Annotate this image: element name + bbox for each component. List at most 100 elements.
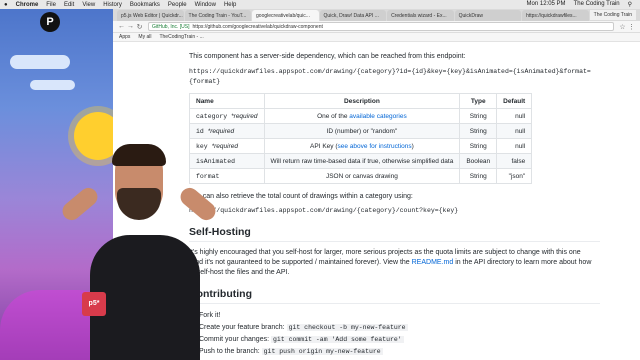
presenter-hair: [112, 144, 166, 166]
required-marker: *required: [231, 112, 258, 120]
menu-history[interactable]: History: [103, 2, 122, 8]
param-code: category: [196, 112, 228, 120]
param-description: Will return raw time-based data if true,…: [263, 153, 461, 169]
tab-label: Credentials wizard - Ex...: [391, 13, 447, 19]
required-marker: *required: [207, 127, 235, 135]
menu-view[interactable]: View: [82, 2, 95, 8]
bookmark-apps[interactable]: Apps: [119, 34, 130, 40]
desc-text: API Key (: [310, 142, 338, 150]
menu-app-name[interactable]: Chrome: [16, 2, 39, 8]
profile-button[interactable]: The Coding Train: [589, 10, 636, 20]
param-description: ID (number) or "random": [263, 123, 461, 139]
tab-p5-editor[interactable]: p5.js Web Editor | Quickdr...: [117, 10, 184, 21]
param-type: Boolean: [459, 153, 498, 169]
param-type: String: [459, 168, 498, 184]
readme-link[interactable]: README.md: [412, 259, 454, 266]
star-icon[interactable]: ☆: [618, 23, 627, 31]
count-intro: You can also retrieve the total count of…: [189, 193, 413, 200]
tab-youtube[interactable]: The Coding Train - YouT...: [184, 10, 252, 21]
menubar-clock[interactable]: Mon 12:05 PM: [527, 1, 566, 8]
tab-github[interactable]: googlecreativelab/quic...: [252, 10, 319, 21]
param-type: String: [459, 138, 498, 154]
table-row: id *required ID (number) or "random" Str…: [189, 123, 533, 139]
presenter-beard: [117, 188, 161, 220]
list-item: Commit your changes: git commit -am 'Add…: [199, 334, 600, 346]
col-description: Description: [263, 93, 461, 109]
col-type: Type: [459, 93, 498, 109]
menu-bookmarks[interactable]: Bookmarks: [130, 2, 160, 8]
self-hosting-text: in the API directory to learn more about…: [453, 259, 592, 266]
contributing-steps: Fork it! Create your feature branch: git…: [189, 310, 600, 358]
self-hosting-text-2: (and it's not gauranteed to be supported…: [189, 258, 600, 268]
bookmarks-bar: Apps My all TheCodingTrain - ...: [113, 33, 640, 42]
param-name: id *required: [189, 123, 265, 139]
available-categories-link[interactable]: available categories: [349, 113, 406, 120]
tab-label: The Coding Train - YouT...: [188, 13, 247, 19]
presenter-webcam-overlay: p5*: [58, 140, 230, 360]
desc-text: ): [411, 142, 414, 150]
step-code: git push origin my-new-feature: [261, 348, 383, 355]
self-hosting-heading: Self-Hosting: [189, 226, 600, 242]
instructions-link[interactable]: see above for instructions: [338, 143, 412, 150]
endpoint-url-line2: {format}: [189, 78, 221, 85]
menu-edit[interactable]: Edit: [64, 2, 74, 8]
menu-people[interactable]: People: [168, 2, 187, 8]
address-bar[interactable]: GitHub, Inc. [US] https://github.com/goo…: [148, 22, 614, 31]
col-default: Default: [496, 93, 533, 109]
secure-label: GitHub, Inc. [US]: [152, 23, 190, 30]
self-hosting-text-3: to self-host the files and the API.: [189, 269, 290, 276]
cloud-shape: [10, 55, 70, 69]
tab-quickdrawfiles[interactable]: https://quickdrawfiles...: [522, 10, 589, 21]
forward-arrow-icon[interactable]: →: [126, 23, 135, 30]
param-type: String: [459, 123, 498, 139]
param-default: false: [496, 153, 533, 169]
menu-icon[interactable]: ⋮: [627, 23, 636, 31]
search-icon[interactable]: ⚲: [628, 1, 632, 8]
param-default: null: [496, 138, 533, 154]
step-code: git commit -am 'Add some feature': [270, 336, 404, 343]
presenter-body: [90, 235, 200, 360]
tab-credentials[interactable]: Credentials wizard - Ex...: [387, 10, 454, 21]
back-arrow-icon[interactable]: ←: [117, 23, 126, 30]
menubar-user[interactable]: The Coding Train: [574, 1, 620, 8]
table-header-row: Name Description Type Default: [189, 93, 533, 109]
bookmark-my-all[interactable]: My all: [138, 34, 151, 40]
list-item: Push to the branch: git push origin my-n…: [199, 346, 600, 358]
param-name: category *required: [189, 108, 265, 124]
param-default: null: [496, 123, 533, 139]
browser-toolbar: ← → ↻ GitHub, Inc. [US] https://github.c…: [113, 21, 640, 33]
cloud-shape: [30, 80, 75, 90]
tab-quickdraw[interactable]: QuickDraw: [454, 10, 522, 21]
menu-file[interactable]: File: [46, 2, 56, 8]
table-row: category *required One of the available …: [189, 108, 533, 124]
param-description: One of the available categories: [263, 108, 461, 124]
menu-help[interactable]: Help: [224, 2, 236, 8]
bookmark-coding-train[interactable]: TheCodingTrain - ...: [159, 34, 203, 40]
tab-label: p5.js Web Editor | Quickdr...: [121, 13, 183, 19]
table-row: isAnimated Will return raw time-based da…: [189, 153, 533, 169]
menu-window[interactable]: Window: [195, 2, 216, 8]
tab-label: https://quickdrawfiles...: [526, 13, 577, 19]
col-name: Name: [189, 93, 265, 109]
contributing-heading: Contributing: [189, 288, 600, 304]
parameters-table: Name Description Type Default category *…: [189, 93, 533, 184]
tab-label: googlecreativelab/quic...: [256, 13, 310, 19]
tab-strip: p5.js Web Editor | Quickdr... The Coding…: [113, 9, 640, 21]
count-endpoint-url: https://quickdrawfiles.appspot.com/drawi…: [189, 207, 459, 214]
p5-shirt-logo: p5*: [82, 292, 106, 316]
reload-icon[interactable]: ↻: [135, 23, 144, 31]
table-row: key *required API Key (see above for ins…: [189, 138, 533, 154]
list-item: Create your feature branch: git checkout…: [199, 322, 600, 334]
list-item: Fork it!: [199, 310, 600, 322]
param-default: "json": [496, 168, 533, 184]
step-code: git checkout -b my-new-feature: [286, 324, 408, 331]
param-type: String: [459, 108, 498, 124]
presenter-arm-left: [58, 184, 102, 224]
endpoint-intro: This component has a server-side depende…: [189, 53, 466, 60]
endpoint-url-line1: https://quickdrawfiles.appspot.com/drawi…: [189, 68, 591, 75]
self-hosting-text-1: It's highly encouraged that you self-hos…: [189, 249, 581, 256]
url-text: https://github.com/googlecreativelab/qui…: [192, 23, 323, 30]
tab-quickdraw-api[interactable]: Quick, Draw! Data API ...: [319, 10, 387, 21]
mac-menubar: ● Chrome File Edit View History Bookmark…: [0, 0, 640, 9]
apple-icon[interactable]: ●: [4, 2, 8, 8]
